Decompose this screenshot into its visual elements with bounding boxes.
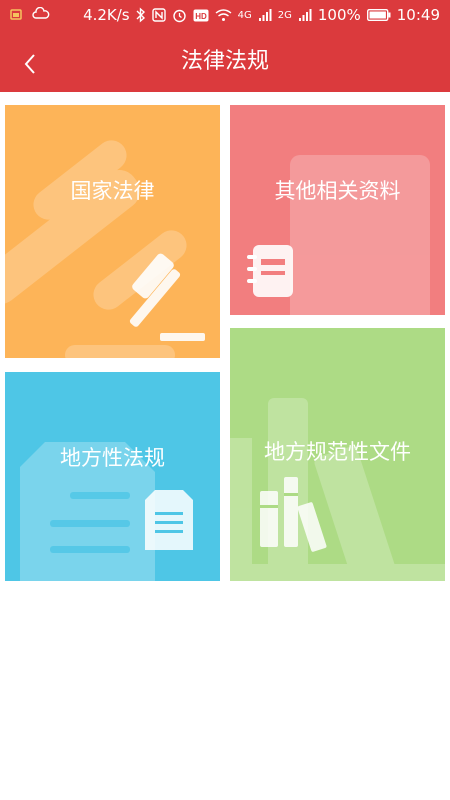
notebook-icon [247,245,293,297]
nav-bar: 法律法规 [0,32,450,92]
file-icon [145,490,193,550]
cloud-icon [32,7,50,19]
tile-national-law[interactable]: 国家法律 [5,105,220,358]
app-notification-icon [10,9,22,20]
page-title: 法律法规 [180,49,269,74]
tile-other-materials[interactable]: 其他相关资料 [230,105,445,315]
alarm-icon [172,9,186,22]
signal-icon-2 [298,9,312,21]
tile-label-local-normative-documents: 地方规范性文件 [264,440,411,464]
svg-text:HD: HD [195,12,207,21]
status-bar: 4.2K/s HD 4G 2G 100% 10:49 [0,0,450,32]
tile-label-national-law: 国家法律 [70,179,155,203]
gavel-icon [129,253,205,341]
bookshelf-icon [260,477,327,552]
status-left-icons [10,7,50,21]
status-right-icons: 4.2K/s HD 4G 2G 100% 10:49 [83,6,440,24]
signal-4g-label: 4G [237,9,252,21]
tile-local-regulations[interactable]: 地方性法规 [5,372,220,581]
nfc-icon [151,8,166,22]
battery-icon [366,9,391,21]
signal-2g-label: 2G [277,9,292,21]
hd-icon: HD [193,9,209,21]
wifi-icon [215,9,232,21]
tile-local-normative-documents[interactable]: 地方规范性文件 [230,328,445,581]
tile-label-other-materials: 其他相关资料 [274,179,401,203]
clock: 10:49 [396,6,440,24]
app-header: 4.2K/s HD 4G 2G 100% 10:49 法律法规 [0,0,450,92]
tile-label-local-regulations: 地方性法规 [60,446,165,470]
battery-percent: 100% [317,6,361,24]
signal-icon [258,9,272,21]
bluetooth-icon [136,7,145,23]
net-speed: 4.2K/s [83,6,130,24]
